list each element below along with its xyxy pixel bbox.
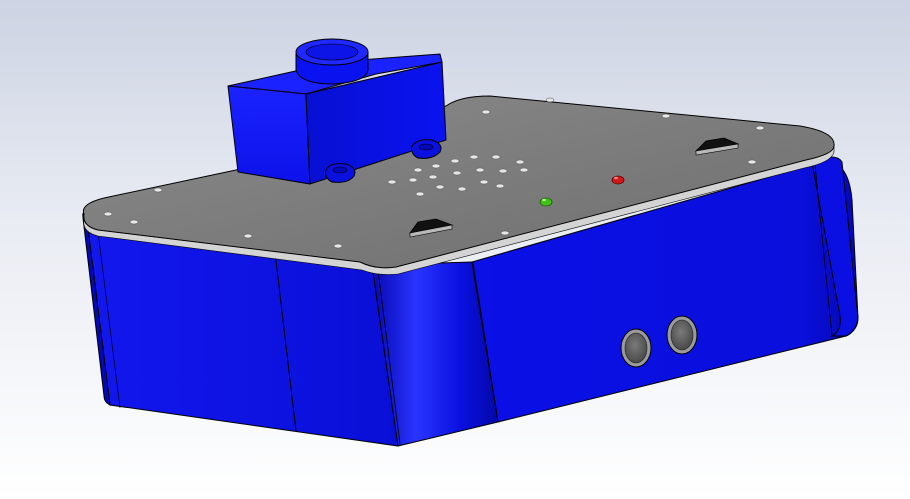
cylindrical-port: [295, 38, 369, 85]
green-led: [539, 197, 553, 207]
cad-viewport[interactable]: [0, 0, 910, 499]
right-connector: [666, 315, 698, 355]
red-led: [611, 175, 625, 185]
enclosure-3d-model: [82, 38, 859, 447]
left-connector: [620, 328, 652, 368]
